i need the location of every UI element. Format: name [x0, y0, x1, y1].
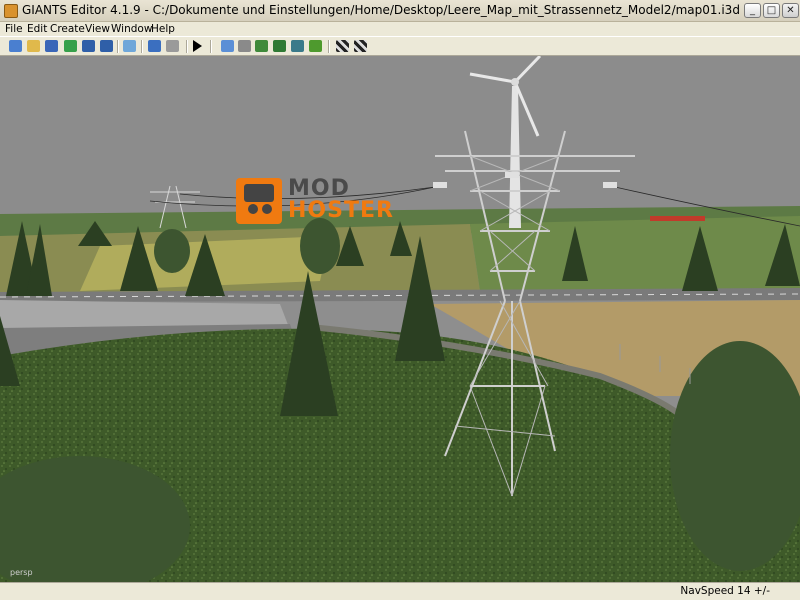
navspeed-status: NavSpeed 14 +/-	[680, 585, 770, 597]
vehicle	[650, 216, 705, 221]
terrain-sculpt-icon[interactable]	[273, 40, 286, 52]
terrain-paint-icon[interactable]	[255, 40, 268, 52]
foliage-icon[interactable]	[309, 40, 322, 52]
save-as-icon[interactable]	[100, 40, 113, 52]
checker-icon[interactable]	[336, 40, 349, 52]
terrain-smooth-icon[interactable]	[291, 40, 304, 52]
menu-bar: File Edit Create View Window Help	[0, 22, 800, 36]
3d-viewport[interactable]: MOD HOSTER persp	[0, 56, 800, 582]
home-icon[interactable]	[221, 40, 234, 52]
toolbar	[0, 36, 800, 56]
menu-window[interactable]: Window	[111, 22, 152, 36]
app-icon	[4, 4, 18, 18]
save-icon[interactable]	[82, 40, 95, 52]
redo-icon[interactable]	[166, 40, 179, 52]
camera-label: persp	[10, 568, 33, 577]
window-title: GIANTS Editor 4.1.9 - C:/Dokumente und E…	[22, 3, 740, 17]
watermark: MOD HOSTER	[236, 176, 406, 224]
status-bar: NavSpeed 14 +/-	[0, 582, 800, 600]
minimize-button[interactable]: _	[744, 3, 761, 18]
refresh-icon[interactable]	[64, 40, 77, 52]
checker-select-icon[interactable]	[354, 40, 367, 52]
play-icon[interactable]	[193, 40, 202, 52]
import-icon[interactable]	[123, 40, 136, 52]
maximize-button[interactable]: □	[763, 3, 780, 18]
save-list-icon[interactable]	[45, 40, 58, 52]
watermark-line2: HOSTER	[288, 198, 394, 223]
close-button[interactable]: ✕	[782, 3, 799, 18]
menu-create[interactable]: Create	[50, 22, 85, 36]
menu-file[interactable]: File	[5, 22, 23, 36]
scene-render	[0, 56, 800, 582]
menu-edit[interactable]: Edit	[27, 22, 47, 36]
open-icon[interactable]	[27, 40, 40, 52]
watermark-logo-icon	[236, 178, 282, 224]
menu-view[interactable]: View	[85, 22, 110, 36]
menu-help[interactable]: Help	[151, 22, 175, 36]
new-icon[interactable]	[9, 40, 22, 52]
magnet-icon[interactable]	[238, 40, 251, 52]
undo-icon[interactable]	[148, 40, 161, 52]
title-bar: GIANTS Editor 4.1.9 - C:/Dokumente und E…	[0, 0, 800, 22]
